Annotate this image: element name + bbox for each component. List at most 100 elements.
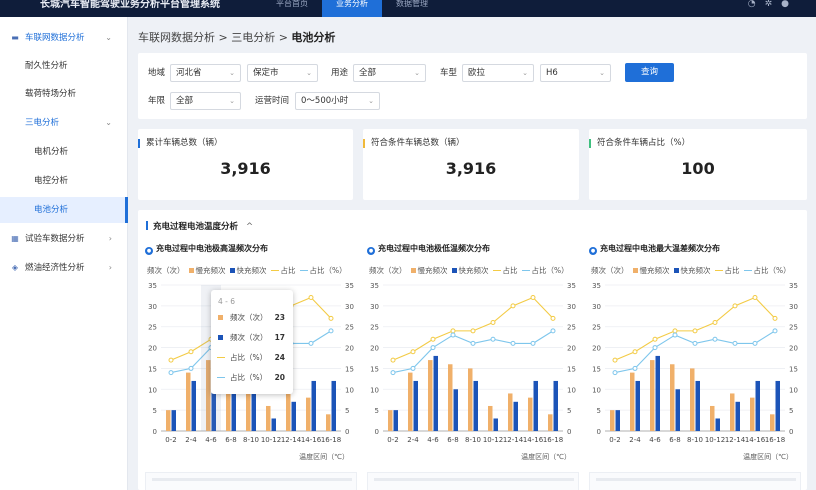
- slow-ratio-line-point: [510, 303, 516, 309]
- sidebar-item[interactable]: 三电分析 ⌄: [0, 110, 128, 136]
- y2-tick-label: 20: [789, 345, 798, 353]
- slow-ratio-line-point: [692, 328, 698, 334]
- sidebar-item[interactable]: ▬ 车联网数据分析 ⌄: [0, 25, 128, 51]
- legend-slow-pct-label: 占比: [502, 266, 518, 275]
- y-tick-label: 10: [592, 386, 601, 394]
- sidebar-item[interactable]: 载荷特场分析: [0, 81, 128, 107]
- legend-slow-pct[interactable]: 占比: [714, 266, 740, 275]
- legend-fast-pct-label: 占比（%）: [309, 266, 347, 275]
- app-title: 长城汽车智能驾驶业务分析平台管理系统: [40, 0, 220, 10]
- legend-slow-label: 慢充频次: [195, 266, 226, 275]
- chart-title-text: 充电过程中电池极低温频次分布: [378, 244, 490, 253]
- slow-ratio-line-point: [168, 357, 174, 363]
- fast-ratio-line-point: [550, 328, 556, 334]
- temperature-chart[interactable]: 0 0 5 5 10 10 15 15 20 20 25 25 30 30 35 35 0-2 2-4 4-6 6-8…: [367, 276, 581, 472]
- province-select[interactable]: 河北省 ⌄: [170, 64, 241, 82]
- y2-tick-label: 30: [567, 303, 576, 311]
- sidebar-item-label: 燃油经济性分析: [25, 263, 85, 273]
- sidebar-item[interactable]: ▦ 试验车数据分析 ›: [0, 226, 128, 252]
- y-tick-label: 20: [370, 345, 379, 353]
- y2-tick-label: 15: [567, 365, 576, 373]
- fast-charge-bar: [735, 401, 740, 431]
- fast-charge-bar: [615, 410, 620, 431]
- legend-fast-pct[interactable]: 占比（%）: [521, 266, 569, 275]
- breadcrumb-path[interactable]: 车联网数据分析 > 三电分析 >: [138, 31, 291, 44]
- slow-charge-bar: [630, 372, 635, 431]
- slow-charge-bar: [710, 405, 715, 431]
- sidebar-item[interactable]: 电机分析: [0, 139, 128, 165]
- legend-fast[interactable]: 快充频次: [673, 266, 711, 275]
- x-tick-label: 0-2: [387, 436, 398, 444]
- fast-ratio-line-point: [732, 340, 738, 346]
- settings-icon[interactable]: ✲: [765, 0, 782, 9]
- x-tick-label: 8-10: [243, 436, 259, 444]
- legend-fast-pct[interactable]: 占比（%）: [299, 266, 347, 275]
- slow-ratio-line-point: [188, 349, 194, 355]
- tab-home[interactable]: 平台首页: [262, 0, 322, 17]
- legend-fast[interactable]: 快充频次: [451, 266, 489, 275]
- legend-slow[interactable]: 慢充频次: [188, 266, 226, 275]
- breadcrumb-current: 电池分析: [291, 31, 336, 44]
- runtime-select[interactable]: 0～500小时 ⌄: [295, 92, 380, 110]
- chart-legend: 频次（次） 慢充频次 快充频次 占比 占比（%）: [147, 265, 351, 276]
- legend-slow[interactable]: 慢充频次: [632, 266, 670, 275]
- legend-fast-pct-label: 占比（%）: [753, 266, 791, 275]
- query-button[interactable]: 查询: [625, 63, 674, 82]
- legend-slow[interactable]: 慢充频次: [410, 266, 448, 275]
- y2-tick-label: 0: [789, 428, 793, 436]
- slow-ratio-line-point: [772, 315, 778, 321]
- x-tick-label: 8-10: [687, 436, 703, 444]
- slow-charge-bar: [690, 368, 695, 431]
- fast-charge-bar: [775, 380, 780, 431]
- summary-box: [145, 472, 357, 490]
- y2-tick-label: 5: [567, 407, 571, 415]
- stat-value: 100: [681, 159, 715, 178]
- brand-select[interactable]: 欧拉 ⌄: [462, 64, 534, 82]
- collapse-caret-icon[interactable]: ^: [246, 222, 253, 232]
- legend-slow-pct[interactable]: 占比: [270, 266, 296, 275]
- fast-charge-bar: [271, 418, 276, 431]
- sidebar-item-label: 载荷特场分析: [25, 89, 77, 99]
- model-select[interactable]: H6 ⌄: [540, 64, 611, 82]
- y-tick-label: 25: [592, 324, 601, 332]
- year-select[interactable]: 全部 ⌄: [170, 92, 241, 110]
- slow-charge-bar: [186, 372, 191, 431]
- slow-charge-bar: [610, 410, 615, 431]
- temperature-chart[interactable]: 0 0 5 5 10 10 15 15 20 20 25 25 30 30 35 35 0-2 2-4 4-6 6-8…: [589, 276, 803, 472]
- x-axis-title: 温度区间（℃）: [521, 452, 571, 461]
- tooltip-row: 占比（%） 24: [217, 352, 288, 364]
- bell-icon[interactable]: ◔: [748, 0, 765, 9]
- tooltip-row-value: 23: [274, 313, 285, 322]
- fast-ratio-line-point: [328, 328, 334, 334]
- y-tick-label: 5: [375, 407, 379, 415]
- fast-charge-bar: [433, 355, 438, 431]
- slow-ratio-line-point: [652, 336, 658, 342]
- fast-ratio-line-point: [632, 365, 638, 371]
- x-tick-label: 2-4: [629, 436, 641, 444]
- tab-data-management[interactable]: 数据管理: [382, 0, 442, 17]
- model-label: 车型: [440, 68, 458, 78]
- sidebar-item[interactable]: 电池分析: [0, 197, 128, 223]
- sidebar-item[interactable]: ◈ 燃油经济性分析 ›: [0, 255, 128, 281]
- user-icon[interactable]: ●: [781, 0, 798, 9]
- chart-badge-icon: ●: [145, 247, 153, 255]
- sidebar-item[interactable]: 耐久性分析: [0, 53, 128, 79]
- tab-business-analysis[interactable]: 业务分析: [322, 0, 382, 17]
- fast-ratio-line-point: [652, 345, 658, 351]
- fast-ratio-line-point: [390, 370, 396, 376]
- slow-charge-bar: [750, 397, 755, 431]
- legend-fast[interactable]: 快充频次: [229, 266, 267, 275]
- sidebar-item-label: 试验车数据分析: [25, 234, 85, 244]
- y-tick-label: 35: [148, 282, 157, 290]
- slow-charge-bar: [770, 414, 775, 431]
- legend-slow-pct[interactable]: 占比: [492, 266, 518, 275]
- chevron-right-icon: ›: [108, 234, 112, 243]
- slow-charge-bar: [650, 360, 655, 431]
- y-tick-label: 30: [148, 303, 157, 311]
- city-select[interactable]: 保定市 ⌄: [247, 64, 318, 82]
- sidebar-item[interactable]: 电控分析: [0, 168, 128, 194]
- chevron-down-icon: ⌄: [229, 97, 235, 105]
- legend-fast-pct[interactable]: 占比（%）: [743, 266, 791, 275]
- tooltip-row: 频次（次） 17: [218, 332, 288, 344]
- usage-select[interactable]: 全部 ⌄: [353, 64, 426, 82]
